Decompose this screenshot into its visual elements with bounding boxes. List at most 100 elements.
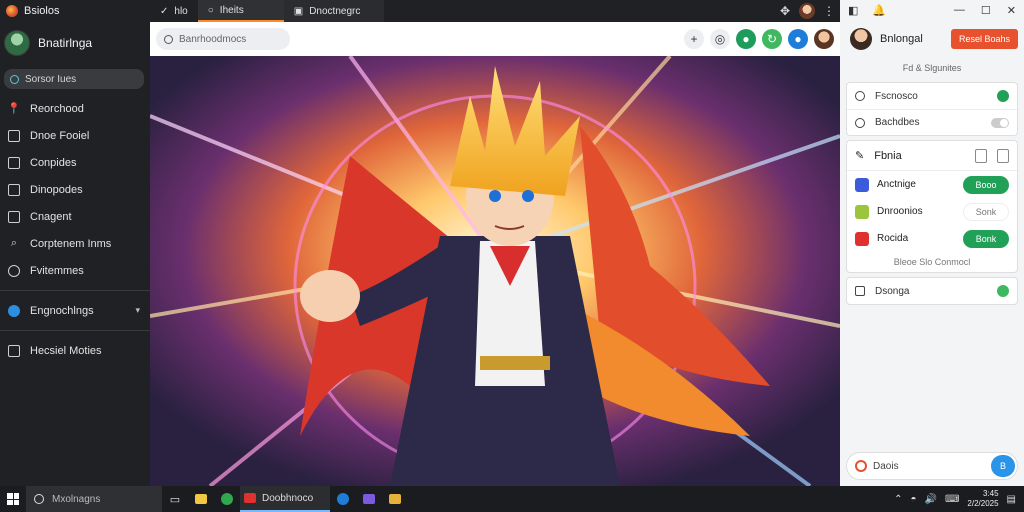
sidebar-search[interactable]: Sorsor Iues (4, 69, 144, 89)
search-icon (10, 74, 19, 84)
edge-icon[interactable] (330, 486, 356, 512)
extension-icon[interactable]: ● (736, 29, 756, 49)
sidebar-item-2[interactable]: Conpides (0, 149, 150, 176)
notification-icon[interactable]: ▤ (1007, 494, 1016, 505)
toggle-switch[interactable] (991, 117, 1009, 128)
settings-card: Fscnosco Bachdbes (846, 82, 1018, 136)
folder-icon[interactable] (188, 486, 214, 512)
date: 2/2/2025 (967, 499, 999, 508)
taskbar-search-placeholder: Mxolnagns (52, 493, 101, 505)
sidebar-item-label: Corptenem Inms (30, 237, 112, 250)
extra-label: Dsonga (875, 285, 910, 297)
copy-icon[interactable] (975, 148, 987, 163)
setting-row-1[interactable]: Bachdbes (847, 109, 1017, 135)
avatar[interactable] (850, 28, 872, 50)
chrome-icon[interactable] (214, 486, 240, 512)
avatar (799, 3, 815, 19)
avatar[interactable] (814, 29, 834, 49)
image-icon (8, 210, 20, 223)
sidebar-toggle-icon[interactable]: ◧ (848, 4, 858, 17)
tab-1[interactable]: ○ Iheits (197, 0, 284, 22)
active-app[interactable]: Doobhnoco (240, 486, 330, 512)
active-app-label: Doobhnoco (262, 492, 314, 504)
sidebar-footer-item[interactable]: Hecsiel Moties (0, 337, 150, 364)
language-icon[interactable]: ⌨ (945, 494, 959, 505)
tab-avatar[interactable] (796, 0, 818, 22)
services-note[interactable]: Bleoe Slo Conmocl (847, 252, 1017, 272)
sidebar-item-6[interactable]: Fvitemmes (0, 257, 150, 284)
sidebar-item-3[interactable]: Dinopodes (0, 176, 150, 203)
add-icon[interactable]: + (684, 29, 704, 49)
box-icon (8, 156, 20, 169)
service-row-0[interactable]: Anctnige Booo (847, 171, 1017, 198)
extra-card: Dsonga (846, 277, 1018, 305)
taskbar-search[interactable]: Mxolnagns (26, 486, 162, 512)
sidebar-item-label: Dinopodes (30, 183, 83, 196)
hero-illustration (150, 56, 840, 486)
app-header: Bsiolos (0, 0, 150, 22)
maximize-icon[interactable]: ☐ (981, 4, 991, 17)
extra-row[interactable]: Dsonga (847, 278, 1017, 304)
tab-label: Iheits (219, 4, 244, 16)
layout-icon[interactable] (997, 148, 1009, 163)
extensions-icon[interactable]: ✥ (774, 0, 796, 22)
setting-row-0[interactable]: Fscnosco (847, 83, 1017, 109)
status-dot[interactable] (997, 285, 1009, 297)
service-label: Dnroonios (877, 206, 923, 217)
bell-icon[interactable]: 🔔 (872, 4, 886, 17)
card-title: Fbnia (874, 149, 902, 162)
chat-placeholder: Daois (873, 460, 899, 472)
status-dot[interactable] (997, 90, 1009, 102)
panel-profile: Bnlongal Resel Boahs (840, 20, 1024, 58)
task-view-icon[interactable]: ▭ (162, 486, 188, 512)
send-button[interactable]: B (991, 455, 1015, 477)
close-icon[interactable]: ✕ (1007, 4, 1016, 17)
tab-2[interactable]: ▣ Dnoctnegrc (283, 0, 384, 22)
volume-icon[interactable]: 🔊 (925, 494, 937, 505)
start-button[interactable] (0, 486, 26, 512)
reset-button[interactable]: Resel Boahs (950, 29, 1018, 49)
store-icon[interactable] (356, 486, 382, 512)
chevron-down-icon[interactable]: ▾ (135, 305, 140, 316)
settings-icon[interactable]: ◎ (710, 29, 730, 49)
tab-0[interactable]: ✓ hlo (150, 0, 198, 22)
sidebar-item-5[interactable]: ⌕ Corptenem Inms (0, 230, 150, 257)
url-field[interactable]: Banrhoodmocs (156, 28, 290, 50)
service-row-2[interactable]: Rocida Bonk (847, 225, 1017, 252)
refresh-icon[interactable]: ↻ (762, 29, 782, 49)
sidebar-item-0[interactable]: 📍 Reorchood (0, 95, 150, 122)
sidebar-profile[interactable]: Bnatirlnga (0, 22, 150, 64)
square-icon (8, 129, 20, 142)
menu-icon[interactable]: ⋮ (818, 0, 840, 22)
chevron-up-icon[interactable]: ⌃ (894, 494, 902, 505)
files-icon[interactable] (382, 486, 408, 512)
minimize-icon[interactable]: — (954, 4, 965, 17)
sidebar-item-1[interactable]: Dnoe Fooiel (0, 122, 150, 149)
sidebar-item-4[interactable]: Cnagent (0, 203, 150, 230)
record-icon (855, 460, 867, 472)
right-panel: ◧ 🔔 — ☐ ✕ Bnlongal Resel Boahs Fd & Slgu… (840, 0, 1024, 486)
divider (0, 290, 150, 291)
system-tray: ⌃ ◓ 🔊 ⌨ 3:45 2/2/2025 ▤ (894, 489, 1024, 509)
account-icon[interactable]: ● (788, 29, 808, 49)
service-button[interactable]: Booo (963, 175, 1009, 194)
divider (0, 330, 150, 331)
services-card: ✎ Fbnia Anctnige Booo Dnroonios Sonk Roc… (846, 140, 1018, 273)
sidebar-item-label: Dnoe Fooiel (30, 129, 90, 142)
network-icon[interactable]: ◓ (910, 494, 916, 505)
service-label: Rocida (877, 233, 909, 244)
time: 3:45 (982, 489, 999, 498)
service-button[interactable]: Bonk (963, 229, 1009, 248)
app-logo-icon (6, 5, 18, 17)
sidebar-item-label: Fvitemmes (30, 264, 84, 277)
clock[interactable]: 3:45 2/2/2025 (967, 489, 998, 509)
panel-titlebar: ◧ 🔔 — ☐ ✕ (840, 0, 1024, 20)
service-button[interactable]: Sonk (963, 202, 1009, 221)
sidebar-group[interactable]: Engnochlngs ▾ (0, 297, 150, 324)
chat-input[interactable]: Daois B (846, 452, 1018, 480)
service-row-1[interactable]: Dnroonios Sonk (847, 198, 1017, 225)
globe-icon (8, 304, 20, 317)
pencil-icon[interactable]: ✎ (855, 149, 864, 162)
avatar[interactable] (4, 30, 30, 56)
sidebar: Bsiolos Bnatirlnga Sorsor Iues 📍 Reorcho… (0, 0, 150, 486)
